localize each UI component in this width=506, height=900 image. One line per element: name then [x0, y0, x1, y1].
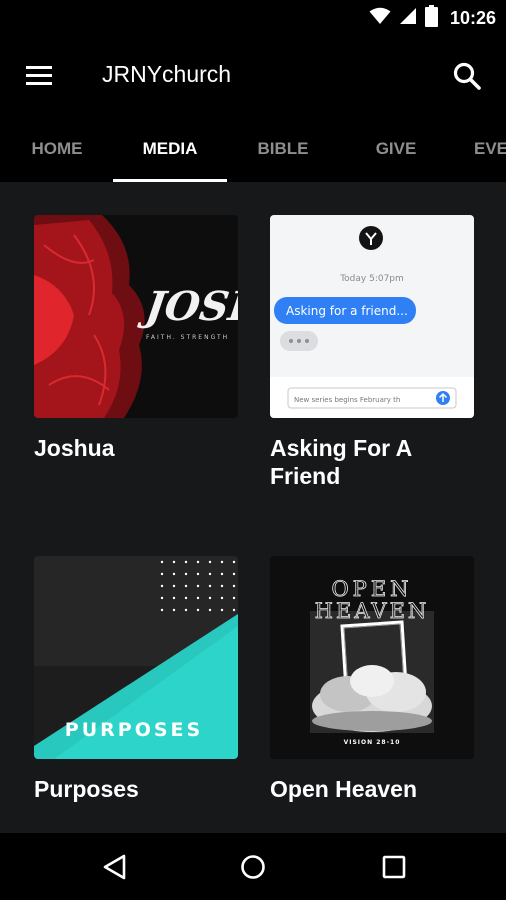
search-icon[interactable]: [452, 61, 482, 91]
system-nav-bar: [0, 833, 506, 900]
tab-bar: HOME MEDIA BIBLE GIVE EVE: [0, 115, 506, 182]
tab-media[interactable]: MEDIA: [113, 115, 227, 182]
joshua-art-subline: FAITH. STRENGTH: [146, 334, 229, 341]
app-title: JRNYchurch: [102, 61, 232, 87]
hamburger-menu-icon[interactable]: [24, 63, 56, 89]
status-icons: 10:26: [369, 4, 496, 32]
media-title: Purposes: [34, 776, 139, 802]
tab-bible[interactable]: BIBLE: [226, 115, 340, 182]
media-thumbnail: OPEN HEAVEN VISION 28-10: [270, 556, 474, 759]
media-card-purposes[interactable]: PURPOSES Purposes: [34, 556, 238, 803]
media-card-joshua[interactable]: JOSH FAITH. STRENGTH Joshua: [34, 215, 238, 462]
home-circle-icon[interactable]: [233, 847, 273, 887]
purposes-art-banner: PURPOSES: [65, 719, 203, 741]
chat-timestamp: Today 5:07pm: [339, 274, 404, 284]
media-thumbnail: PURPOSES: [34, 556, 238, 759]
signal-icon: [399, 7, 417, 30]
chat-bubble-text: Asking for a friend...: [286, 304, 408, 318]
wifi-icon: [369, 7, 391, 30]
open-heaven-art-line1: OPEN: [331, 577, 412, 601]
media-card-asking-for-a-friend[interactable]: Today 5:07pm Asking for a friend... New …: [270, 215, 474, 490]
media-title: Joshua: [34, 435, 115, 461]
joshua-art-headline: JOSH: [136, 283, 238, 330]
tab-home[interactable]: HOME: [0, 115, 114, 182]
chat-input-text: New series begins February th: [294, 396, 400, 404]
media-title: Asking For A Friend: [270, 435, 412, 489]
status-bar: 10:26: [0, 0, 506, 37]
media-card-open-heaven[interactable]: OPEN HEAVEN VISION 28-10 Open Heaven: [270, 556, 474, 803]
open-heaven-art-verse: VISION 28-10: [344, 739, 401, 746]
back-triangle-icon[interactable]: [95, 847, 135, 887]
open-heaven-art-line2: HEAVEN: [315, 599, 430, 623]
tab-events[interactable]: EVE: [452, 115, 506, 182]
recents-square-icon[interactable]: [374, 847, 414, 887]
media-thumbnail: JOSH FAITH. STRENGTH: [34, 215, 238, 418]
tab-give[interactable]: GIVE: [339, 115, 453, 182]
media-title: Open Heaven: [270, 776, 417, 802]
status-time: 10:26: [449, 7, 496, 28]
battery-icon: [424, 4, 438, 32]
app-bar: JRNYchurch: [0, 37, 506, 115]
media-thumbnail: Today 5:07pm Asking for a friend... New …: [270, 215, 474, 418]
media-grid: JOSH FAITH. STRENGTH Joshua Today 5:07pm…: [0, 182, 506, 833]
